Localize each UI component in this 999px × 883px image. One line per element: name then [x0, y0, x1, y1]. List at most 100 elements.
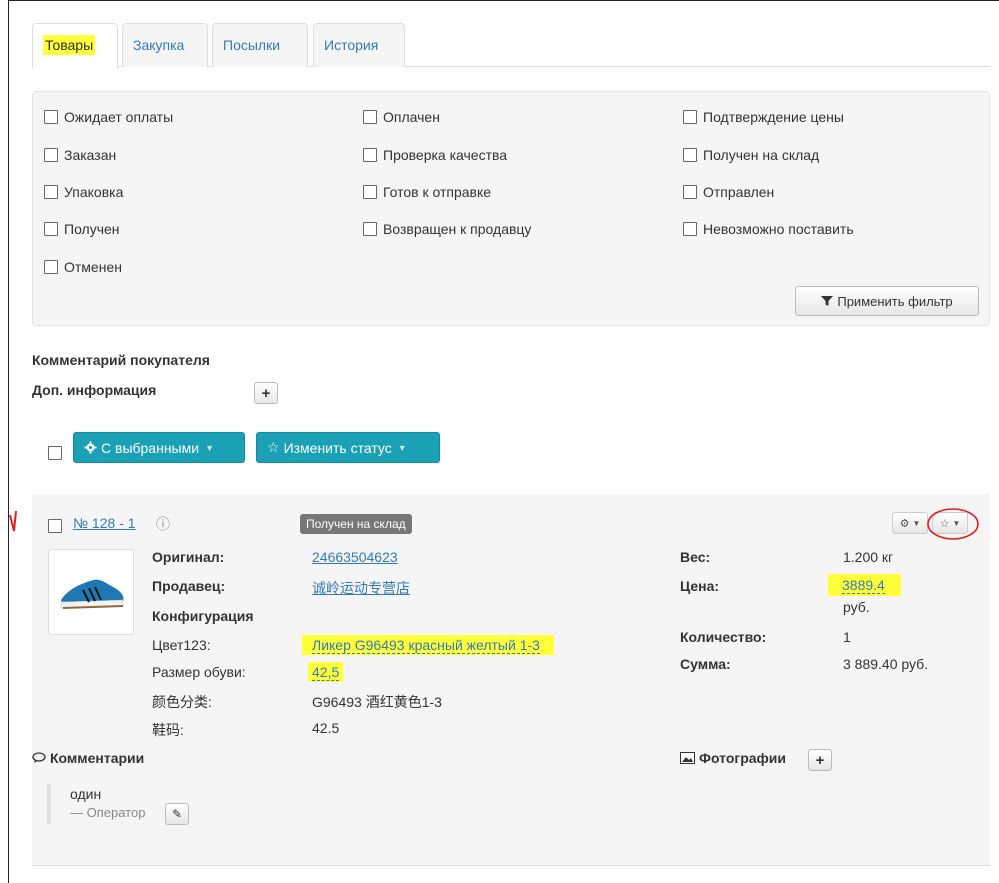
shoe-size-link[interactable]: 42,5 — [312, 664, 340, 681]
caret-down-icon: ▼ — [205, 442, 214, 453]
checkbox[interactable] — [683, 148, 697, 162]
order-number-link[interactable]: № 128 - 1 — [73, 515, 136, 531]
gear-icon: ⚙ — [899, 517, 910, 530]
filter-label: Упаковка — [64, 184, 124, 200]
apply-filter-label: Применить фильтр — [837, 293, 953, 309]
checkbox[interactable] — [44, 222, 58, 236]
tab-parcels[interactable]: Посылки — [212, 23, 308, 67]
tab-purchase[interactable]: Закупка — [122, 23, 208, 67]
tab-history-label: История — [324, 37, 379, 53]
original-link[interactable]: 24663504623 — [312, 549, 398, 565]
filter-unable-to-supply[interactable]: Невозможно поставить — [683, 221, 854, 237]
filter-label: Получен — [64, 221, 120, 237]
red-circle-annotation — [927, 508, 979, 540]
tab-goods-label: Товары — [43, 35, 96, 55]
cn-color-value: G96493 酒红黄色1-3 — [312, 694, 442, 710]
tab-history[interactable]: История — [313, 23, 405, 67]
filter-label: Возвращен к продавцу — [383, 221, 532, 237]
price-currency: руб. — [843, 599, 870, 615]
frame-left-border — [8, 0, 9, 883]
sum-value: 3 889.40 руб. — [843, 656, 929, 672]
filter-label: Оплачен — [383, 109, 440, 125]
status-badge: Получен на склад — [300, 514, 412, 534]
comments-label: Комментарии — [50, 750, 145, 766]
checkbox[interactable] — [44, 185, 58, 199]
price-highlight: 3889.4 — [828, 574, 901, 596]
filter-label: Невозможно поставить — [703, 221, 854, 237]
filter-ready-to-ship[interactable]: Готов к отправке — [363, 184, 491, 200]
filter-price-confirmation[interactable]: Подтверждение цены — [683, 109, 844, 125]
shoe-size-label: Размер обуви: — [152, 664, 246, 680]
filter-shipped[interactable]: Отправлен — [683, 184, 774, 200]
filter-label: Получен на склад — [703, 147, 820, 163]
red-checkmark-annotation — [9, 510, 17, 532]
change-status-button[interactable]: ☆ Изменить статус ▼ — [256, 432, 440, 463]
seller-label: Продавец: — [152, 578, 226, 594]
checkbox[interactable] — [44, 260, 58, 274]
quantity-label: Количество: — [680, 629, 767, 645]
configuration-label: Конфигурация — [152, 608, 254, 624]
filter-returned[interactable]: Возвращен к продавцу — [363, 221, 531, 237]
filter-paid[interactable]: Оплачен — [363, 109, 440, 125]
weight-value: 1.200 кг — [843, 549, 894, 565]
cn-size-value: 42.5 — [312, 720, 340, 736]
filter-label: Проверка качества — [383, 147, 508, 163]
order-item-checkbox[interactable] — [48, 519, 62, 533]
filter-quality-check[interactable]: Проверка качества — [363, 147, 507, 163]
checkbox[interactable] — [44, 110, 58, 124]
apply-filter-button[interactable]: Применить фильтр — [795, 286, 979, 316]
comment-author: — Оператор — [70, 805, 146, 820]
filter-ordered[interactable]: Заказан — [44, 147, 116, 163]
filter-awaiting-payment[interactable]: Ожидает оплаты — [44, 109, 173, 125]
filter-cancelled[interactable]: Отменен — [44, 259, 122, 275]
comments-heading: Комментарии — [32, 750, 144, 766]
checkbox[interactable] — [363, 148, 377, 162]
price-link[interactable]: 3889.4 — [842, 577, 885, 594]
star-outline-icon: ☆ — [267, 439, 280, 455]
add-photo-button[interactable]: + — [808, 749, 832, 771]
with-selected-button[interactable]: С выбранными ▼ — [73, 432, 245, 463]
edit-comment-button[interactable]: ✎ — [165, 803, 189, 825]
frame-top-border — [8, 0, 999, 1]
color-value-highlight: Ликер G96493 красный желтый 1-3 — [302, 635, 554, 655]
select-all-checkbox[interactable] — [48, 446, 62, 460]
comments-icon — [32, 752, 46, 763]
shoe-size-highlight: 42,5 — [308, 662, 344, 682]
filter-received[interactable]: Получен — [44, 221, 120, 237]
filter-icon — [821, 296, 834, 306]
weight-label: Вес: — [680, 549, 711, 565]
checkbox[interactable] — [683, 110, 697, 124]
cn-size-label: 鞋码: — [152, 722, 184, 738]
item-settings-dropdown[interactable]: ⚙ ▼ — [892, 512, 928, 534]
filter-label: Отправлен — [703, 184, 775, 200]
checkbox[interactable] — [363, 110, 377, 124]
filter-packing[interactable]: Упаковка — [44, 184, 123, 200]
caret-down-icon: ▼ — [397, 442, 407, 453]
sum-label: Сумма: — [680, 656, 731, 672]
filter-received-at-warehouse[interactable]: Получен на склад — [683, 147, 819, 163]
checkbox[interactable] — [363, 222, 377, 236]
order-item-panel: № 128 - 1 ⓘ Получен на склад ⚙ ▼ ☆ ▼ Ориги… — [9, 494, 990, 866]
product-thumbnail[interactable] — [48, 549, 134, 635]
pencil-icon: ✎ — [171, 807, 183, 821]
tab-goods[interactable]: Товары — [32, 23, 118, 68]
comment-text: один — [70, 786, 102, 802]
with-selected-label: С выбранными — [101, 439, 200, 456]
photos-label: Фотографии — [699, 750, 787, 766]
checkbox[interactable] — [683, 185, 697, 199]
color-value-link[interactable]: Ликер G96493 красный желтый 1-3 — [312, 637, 540, 654]
original-label: Оригинал: — [152, 549, 225, 565]
gear-icon — [84, 441, 97, 454]
tab-bar: Товары Закупка Посылки История — [32, 23, 990, 68]
checkbox[interactable] — [44, 148, 58, 162]
checkbox[interactable] — [363, 185, 377, 199]
change-status-label: Изменить статус — [283, 439, 392, 456]
checkbox[interactable] — [683, 222, 697, 236]
add-extra-info-button[interactable]: + — [254, 382, 278, 404]
info-icon[interactable]: ⓘ — [156, 514, 170, 534]
color-label: Цвет123: — [152, 637, 211, 653]
filter-label: Ожидает оплаты — [64, 109, 174, 125]
picture-icon — [680, 752, 695, 764]
seller-link[interactable]: 诚岭运动专营店 — [312, 578, 410, 598]
price-label: Цена: — [680, 578, 720, 594]
